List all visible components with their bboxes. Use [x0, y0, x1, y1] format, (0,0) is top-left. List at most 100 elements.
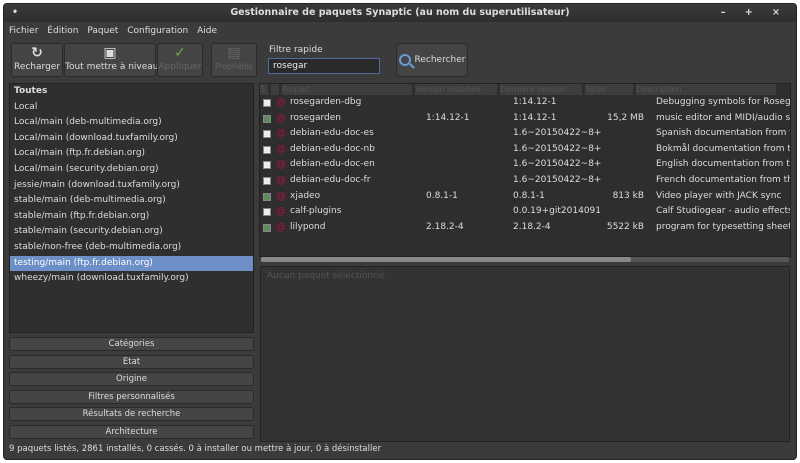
installed-version: 0.8.1-1	[426, 190, 458, 201]
package-row[interactable]: @ lilypond 2.18.2-4 2.18.2-4 5522 kB program …	[260, 220, 790, 236]
source-item[interactable]: stable/main (deb-multimedia.org)	[10, 193, 253, 209]
search-icon	[398, 54, 411, 66]
status-checkbox[interactable]	[263, 208, 271, 217]
package-description: English documentation from the	[656, 159, 791, 170]
source-list: Toutes Local Local/main (deb-multimedia.or…	[9, 83, 254, 333]
source-item[interactable]: Toutes	[10, 84, 253, 100]
source-item[interactable]: Local/main (security.debian.org)	[10, 162, 253, 178]
col-icon[interactable]	[271, 84, 279, 95]
latest-version: 1.6~20150422~8+	[513, 128, 602, 139]
status-checkbox[interactable]	[263, 99, 271, 107]
package-list: S Paquet Version installée Dernière vers…	[259, 83, 791, 257]
source-item[interactable]: wheezy/main (download.tuxfamily.org)	[10, 271, 253, 287]
package-name: xjadeo	[290, 190, 321, 201]
source-item[interactable]: Local/main (deb-multimedia.org)	[10, 115, 253, 131]
package-description: Video player with JACK sync	[656, 190, 782, 201]
debian-swirl-icon: @	[276, 206, 286, 218]
installed-version: 1:14.12-1	[426, 112, 470, 123]
latest-version: 1.6~20150422~8+	[513, 159, 602, 170]
package-row[interactable]: @ calf-plugins 0.0.19+git2014091 Calf Studi…	[260, 204, 790, 220]
source-item[interactable]: stable/non-free (deb-multimedia.org)	[10, 240, 253, 256]
package-name: debian-edu-doc-nb	[290, 143, 375, 154]
package-description: French documentation from the	[656, 174, 791, 185]
menu-paquet[interactable]: Paquet	[87, 26, 118, 36]
package-row[interactable]: @ debian-edu-doc-nb 1.6~20150422~8+ Bokmål …	[260, 142, 790, 158]
debian-swirl-icon: @	[276, 143, 286, 155]
col-latest-version[interactable]: Dernière version	[500, 84, 582, 95]
package-details: Aucun paquet sélectionné.	[260, 266, 790, 442]
upgrade-all-button[interactable]: ▣ Tout mettre à niveau	[64, 43, 159, 77]
package-row[interactable]: @ debian-edu-doc-fr 1.6~20150422~8+ French …	[260, 173, 790, 189]
checkmark-icon: ✓	[174, 45, 186, 61]
menu-bar: Fichier Édition Paquet Configuration Aid…	[4, 22, 796, 40]
menu-aide[interactable]: Aide	[197, 26, 217, 36]
latest-version: 1:14.12-1	[513, 112, 557, 123]
package-row[interactable]: @ debian-edu-doc-en 1.6~20150422~8+ English…	[260, 157, 790, 173]
scrollbar-thumb[interactable]	[261, 257, 631, 262]
package-name: debian-edu-doc-en	[290, 159, 375, 170]
package-name: lilypond	[290, 221, 326, 232]
source-item[interactable]: Local/main (download.tuxfamily.org)	[10, 131, 253, 147]
package-name: debian-edu-doc-fr	[290, 174, 371, 185]
debian-swirl-icon: @	[276, 174, 286, 186]
debian-swirl-icon: @	[276, 128, 286, 140]
debian-swirl-icon: @	[276, 190, 286, 202]
latest-version: 1:14.12-1	[513, 97, 557, 107]
filter-button[interactable]: Catégories	[9, 337, 254, 351]
package-description: music editor and MIDI/audio sequencer	[656, 112, 791, 123]
filter-button[interactable]: Résultats de recherche	[9, 407, 254, 422]
window-menu-icon[interactable]: •	[12, 4, 18, 22]
quick-filter-input[interactable]: rosegar	[268, 58, 380, 74]
status-checkbox[interactable]	[263, 161, 271, 170]
apply-button[interactable]: ✓ Appliquer	[157, 43, 203, 77]
reload-icon: ↻	[31, 45, 43, 61]
menu-fichier[interactable]: Fichier	[9, 26, 38, 36]
col-status[interactable]: S	[260, 84, 268, 95]
latest-version: 0.8.1-1	[513, 190, 545, 201]
filter-button[interactable]: Etat	[9, 354, 254, 369]
package-size: 5522 kB	[606, 221, 644, 232]
status-checkbox[interactable]	[263, 223, 271, 232]
filter-button[interactable]: Origine	[9, 372, 254, 387]
search-label: Rechercher	[414, 55, 466, 65]
source-item[interactable]: stable/main (security.debian.org)	[10, 224, 253, 240]
horizontal-scrollbar[interactable]	[261, 257, 789, 262]
col-size[interactable]: Taille	[585, 84, 633, 95]
synaptic-window: • Gestionnaire de paquets Synaptic (au n…	[3, 3, 797, 460]
package-row[interactable]: @ debian-edu-doc-es 1.6~20150422~8+ Spanish…	[260, 126, 790, 142]
window-title: Gestionnaire de paquets Synaptic (au nom…	[230, 7, 570, 18]
col-installed-version[interactable]: Version installée	[415, 84, 497, 95]
package-row[interactable]: @ xjadeo 0.8.1-1 0.8.1-1 813 kB Video player …	[260, 189, 790, 205]
window-controls[interactable]: – + ×	[721, 4, 788, 22]
package-size: 813 kB	[612, 190, 644, 201]
source-item[interactable]: testing/main (ftp.fr.debian.org)	[10, 255, 253, 272]
properties-button[interactable]: ▤ Propriétés	[211, 43, 257, 77]
col-description[interactable]: Description	[636, 84, 776, 95]
source-item[interactable]: stable/main (ftp.fr.debian.org)	[10, 209, 253, 225]
latest-version: 0.0.19+git2014091	[513, 206, 601, 217]
source-item[interactable]: Local/main (ftp.fr.debian.org)	[10, 146, 253, 162]
search-button[interactable]: Rechercher	[396, 43, 468, 77]
filter-button[interactable]: Filtres personnalisés	[9, 389, 254, 404]
status-checkbox[interactable]	[263, 176, 271, 185]
status-checkbox[interactable]	[263, 114, 271, 123]
menu-edition[interactable]: Édition	[47, 26, 78, 36]
debian-swirl-icon: @	[276, 159, 286, 171]
status-checkbox[interactable]	[263, 145, 271, 154]
package-row[interactable]: @ rosegarden-dbg 1:14.12-1 Debugging symbol…	[260, 95, 790, 111]
menu-configuration[interactable]: Configuration	[127, 26, 188, 36]
col-package[interactable]: Paquet	[282, 84, 412, 95]
package-description: Spanish documentation from the	[656, 128, 791, 139]
latest-version: 1.6~20150422~8+	[513, 143, 602, 154]
reload-button[interactable]: ↻ Recharger	[11, 43, 63, 77]
quick-filter-label: Filtre rapide	[269, 45, 323, 55]
filter-button[interactable]: Architecture	[9, 425, 254, 439]
status-checkbox[interactable]	[263, 192, 271, 201]
package-description: Bokmål documentation from the	[656, 143, 791, 154]
source-item[interactable]: Local	[10, 100, 253, 116]
status-checkbox[interactable]	[263, 130, 271, 139]
source-item[interactable]: jessie/main (download.tuxfamily.org)	[10, 178, 253, 194]
package-description: Debugging symbols for Rosegarden	[656, 97, 791, 107]
column-headers: S Paquet Version installée Dernière vers…	[260, 84, 790, 95]
package-row[interactable]: @ rosegarden 1:14.12-1 1:14.12-1 15,2 MB musi…	[260, 111, 790, 127]
